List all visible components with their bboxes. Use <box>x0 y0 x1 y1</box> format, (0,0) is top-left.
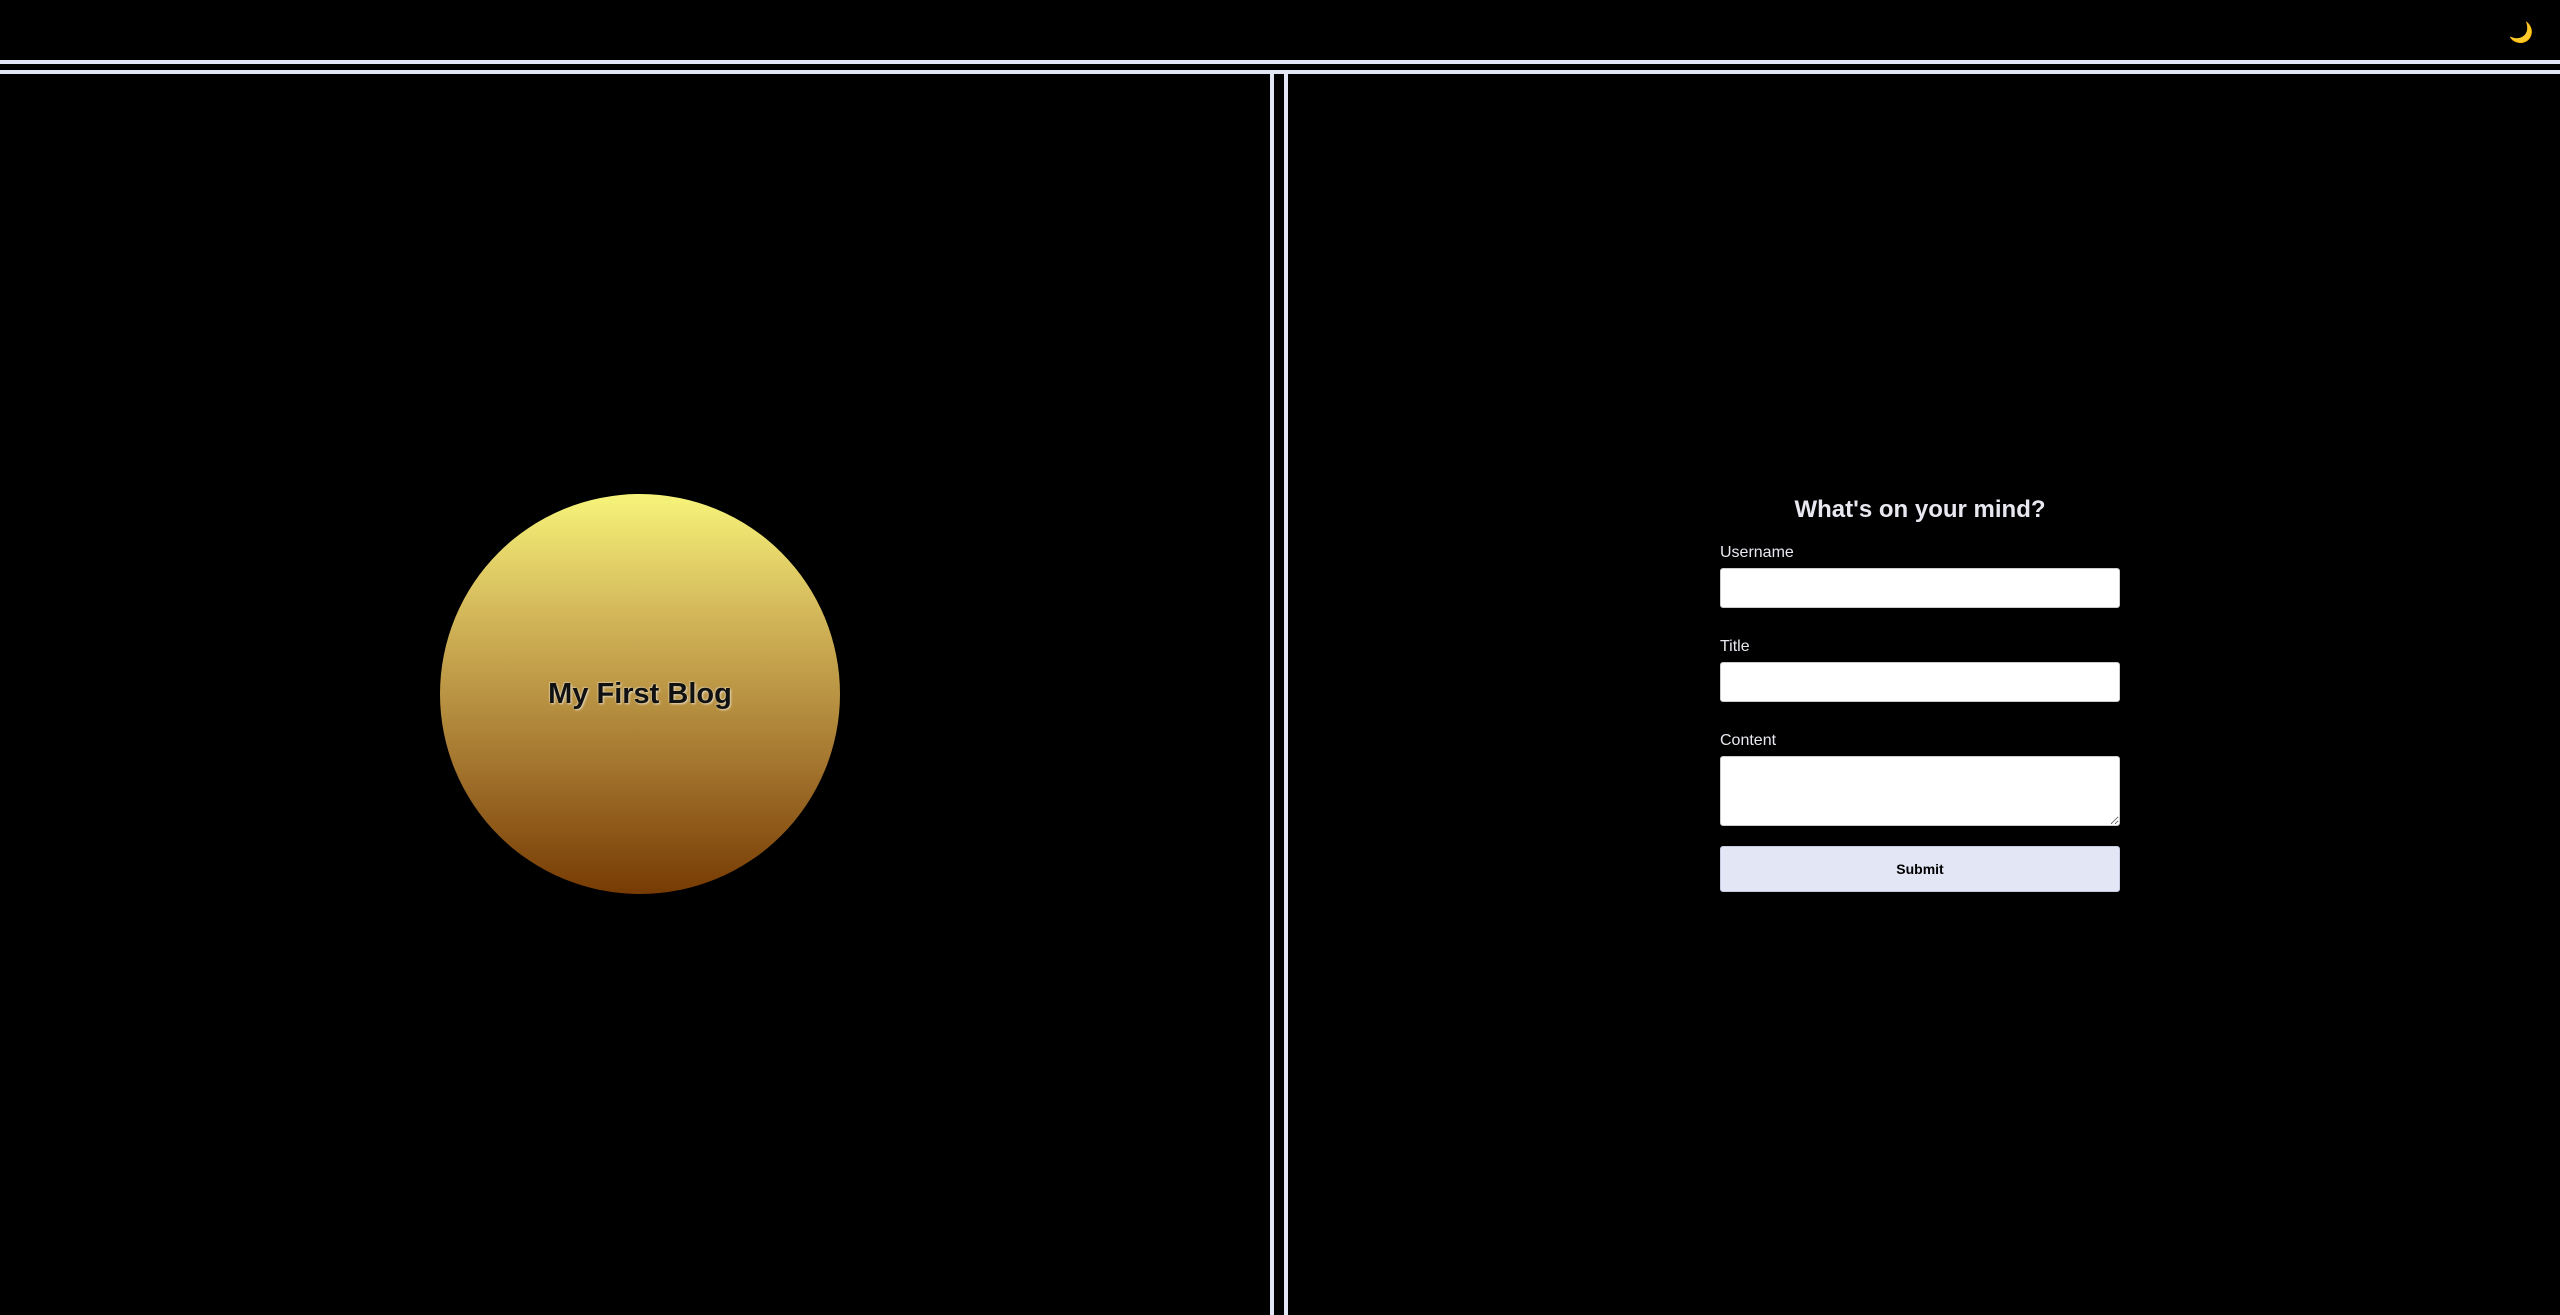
username-input[interactable] <box>1720 568 2120 608</box>
username-label: Username <box>1720 544 1794 561</box>
title-label: Title <box>1720 638 1750 655</box>
top-divider-line <box>0 60 2560 64</box>
left-pane: My First Blog <box>0 74 1270 1315</box>
top-bar: 🌙 <box>0 0 2560 60</box>
blog-title: My First Blog <box>548 677 732 710</box>
content-label: Content <box>1720 732 1777 749</box>
theme-toggle-button[interactable]: 🌙 <box>2506 18 2536 48</box>
blog-logo-circle: My First Blog <box>440 494 840 894</box>
submit-button[interactable]: Submit <box>1720 846 2120 892</box>
center-divider-line <box>1270 74 1274 1315</box>
title-input[interactable] <box>1720 662 2120 702</box>
form-heading: What's on your mind? <box>1794 496 2046 523</box>
post-form: What's on your mind? Username Title Cont… <box>1720 494 2120 892</box>
moon-icon: 🌙 <box>2508 22 2534 44</box>
right-pane: What's on your mind? Username Title Cont… <box>1288 74 2560 1315</box>
content-textarea[interactable] <box>1720 756 2120 826</box>
